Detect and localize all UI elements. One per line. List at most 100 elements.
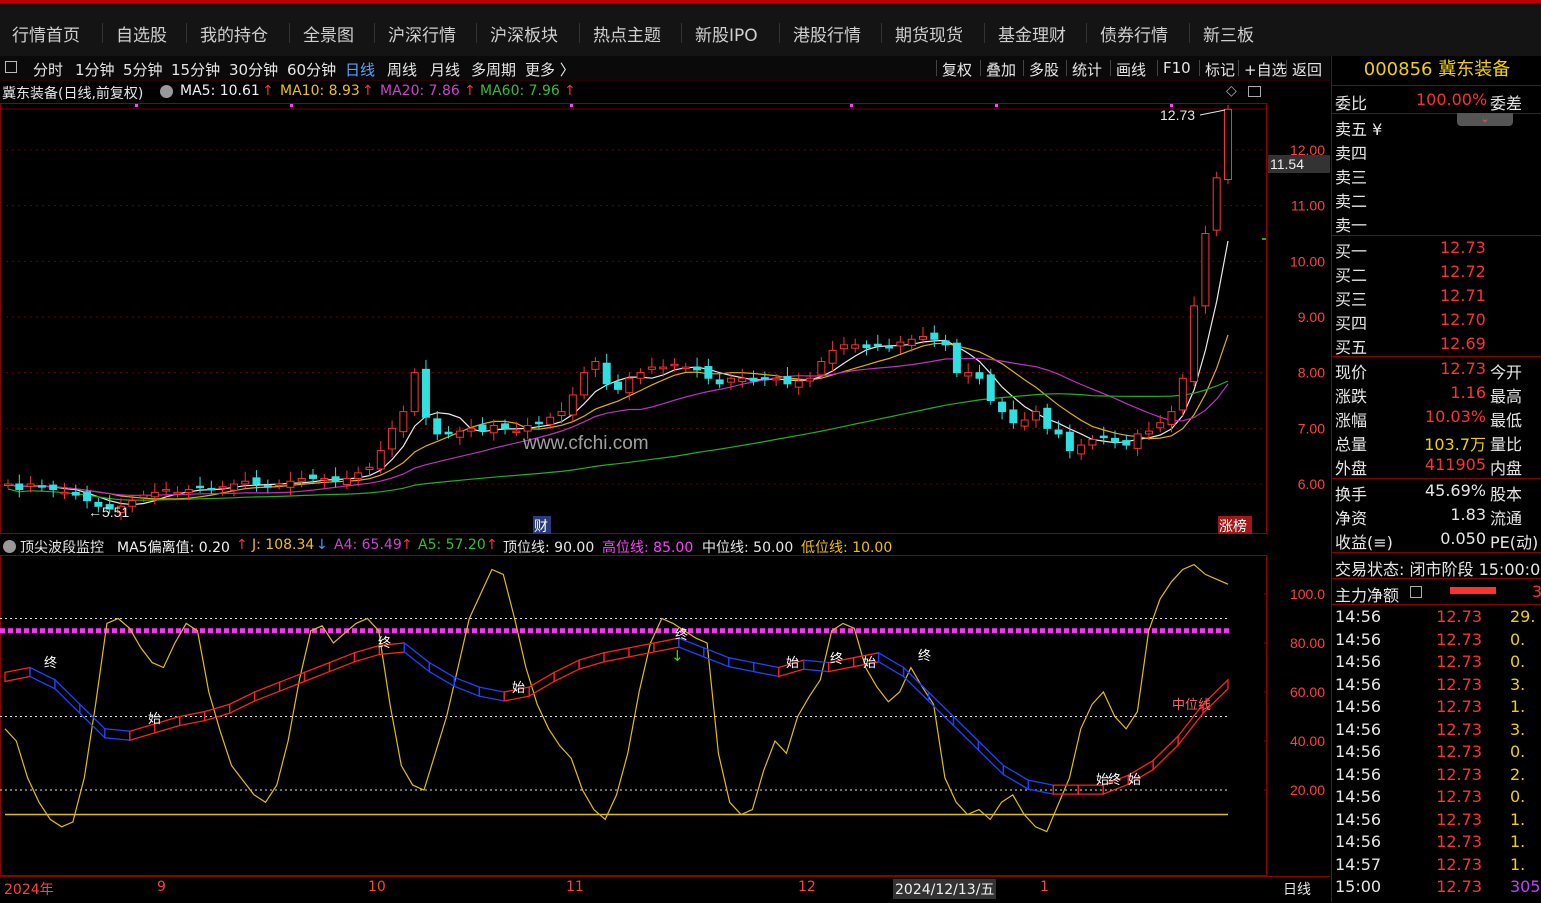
period-tab-10[interactable]: 更多 〉 — [525, 59, 575, 80]
main-net-label: 主力净额 — [1335, 586, 1400, 605]
collapse-icon[interactable]: ⌄ — [1457, 113, 1513, 126]
period-tab-6[interactable]: 日线 — [345, 59, 375, 80]
candle-body — [1156, 422, 1165, 429]
candle-body — [546, 416, 555, 425]
ma60-value: MA60: 7.96 — [480, 83, 560, 99]
settings-circle-icon[interactable] — [160, 85, 173, 98]
period-tab-4[interactable]: 30分钟 — [229, 59, 278, 80]
nav-item-7[interactable]: 新股IPO — [695, 21, 758, 46]
tool-button-3[interactable]: 统计 — [1072, 59, 1102, 80]
tool-button-8[interactable]: 返回 — [1292, 59, 1322, 80]
indicator-mid: 中位线: 50.00 — [702, 540, 794, 556]
sell-level-label: 卖三 — [1335, 168, 1368, 187]
event-marker — [135, 104, 138, 107]
weibi-value: 100.00% — [1416, 90, 1488, 109]
candle-body — [715, 379, 724, 385]
date-axis: 2024年 9 10 11 12 2024/12/13/五 1 日线 — [0, 876, 1330, 903]
x-axis-label: 2024/12/13/五 — [893, 879, 997, 899]
tool-button-7[interactable]: +自选 — [1244, 59, 1287, 80]
settings-circle-icon[interactable] — [3, 540, 16, 553]
candle-body — [557, 411, 566, 417]
stock-code-name: 000856 冀东装备 — [1363, 59, 1511, 80]
tool-button-2[interactable]: 多股 — [1029, 59, 1059, 80]
layout-toggle-icon[interactable] — [5, 61, 17, 73]
band-label: 终 — [675, 627, 688, 643]
candle-body — [388, 427, 397, 450]
period-tab-1[interactable]: 1分钟 — [75, 59, 115, 80]
period-tab-2[interactable]: 5分钟 — [123, 59, 163, 80]
nav-item-2[interactable]: 我的持仓 — [200, 21, 268, 46]
chart-border — [0, 103, 1267, 534]
nav-item-8[interactable]: 港股行情 — [793, 21, 861, 46]
candle-body — [184, 489, 193, 493]
period-tab-9[interactable]: 多周期 — [471, 59, 516, 80]
period-tab-5[interactable]: 60分钟 — [287, 59, 336, 80]
candle-body — [1054, 429, 1063, 435]
nav-item-1[interactable]: 自选股 — [116, 21, 167, 46]
nav-item-5[interactable]: 沪深板块 — [490, 21, 558, 46]
tool-button-1[interactable]: 叠加 — [986, 59, 1016, 80]
diamond-icon[interactable]: ◇ — [1226, 83, 1237, 99]
nav-item-12[interactable]: 新三板 — [1203, 21, 1254, 46]
a4-arrow: ↑ — [401, 537, 413, 553]
indicator-top: 顶位线: 90.00 — [503, 540, 595, 556]
tick-price: 12.73 — [1436, 629, 1482, 649]
band-segment — [54, 678, 81, 715]
main-net-value: 3 — [1532, 582, 1541, 601]
high-arrow — [1199, 109, 1226, 116]
x-axis-label: 1 — [1040, 879, 1049, 895]
indicator-ma5dev: MA5偏离值: 0.20 — [117, 540, 230, 556]
nav-item-4[interactable]: 沪深行情 — [388, 21, 456, 46]
tool-button-4[interactable]: 画线 — [1116, 59, 1146, 80]
event-marker — [570, 104, 573, 107]
nav-item-11[interactable]: 债券行情 — [1100, 21, 1168, 46]
buy-arrow-icon: ↓ — [671, 647, 684, 665]
tool-button-0[interactable]: 复权 — [942, 59, 972, 80]
nav-item-9[interactable]: 期货现货 — [895, 21, 963, 46]
indicator-y-label: 100.0 — [1290, 586, 1325, 602]
nav-item-0[interactable]: 行情首页 — [12, 21, 80, 46]
candle-body — [1065, 431, 1074, 452]
band-segment — [204, 703, 231, 722]
list-icon[interactable] — [1410, 586, 1422, 598]
nav-separator — [579, 23, 580, 43]
ma20-value: MA20: 7.86 — [380, 83, 460, 99]
band-segment — [927, 690, 955, 728]
band-segment — [578, 651, 605, 671]
buy-level-label: 买五 — [1335, 338, 1368, 357]
period-tab-0[interactable]: 分时 — [33, 59, 63, 80]
period-toolbar: 分时 1分钟 5分钟 15分钟 30分钟 60分钟 日线 周线 月线 多周期 更多 〉 复权 叠加 多股统… — [0, 56, 1330, 81]
y-tick-label: 11.00 — [1291, 198, 1325, 214]
stat-value: 12.73 — [1440, 359, 1486, 378]
period-tab-8[interactable]: 月线 — [430, 59, 460, 80]
candle-body — [704, 366, 713, 379]
watermark: www.cfchi.com — [522, 433, 649, 454]
candle-body — [263, 485, 272, 488]
nav-item-10[interactable]: 基金理财 — [998, 21, 1066, 46]
indicator-y-label: 60.00 — [1290, 684, 1325, 700]
ma5dev-arrow: ↑ — [236, 537, 248, 553]
candle-body — [162, 489, 171, 492]
period-tab-3[interactable]: 15分钟 — [171, 59, 220, 80]
tool-button-5[interactable]: F10 — [1163, 59, 1191, 77]
band-label: 始 — [148, 712, 161, 727]
candle-body — [907, 338, 916, 346]
candle-body — [794, 380, 803, 388]
window-icon[interactable] — [1248, 86, 1261, 97]
low-price-label: ←5.51 — [88, 504, 129, 520]
band-segment — [977, 739, 1005, 777]
tick-price: 12.73 — [1436, 674, 1482, 694]
price-chart[interactable]: 12.0011.0010.009.008.007.006.0012.73←5.5… — [0, 103, 1330, 535]
tool-separator — [936, 60, 937, 76]
x-axis-label: 9 — [157, 879, 166, 895]
ma60-arrow: ↑ — [564, 83, 576, 99]
band-segment — [728, 656, 755, 673]
tick-price: 12.73 — [1436, 854, 1482, 874]
band-segment — [528, 671, 555, 698]
candle-body — [568, 394, 577, 416]
tool-button-6[interactable]: 标记 — [1205, 59, 1235, 80]
indicator-chart[interactable]: 100.080.0060.0040.0020.00终始终始终始终始终始终 始↓中位… — [0, 555, 1330, 876]
nav-item-6[interactable]: 热点主题 — [593, 21, 661, 46]
nav-item-3[interactable]: 全景图 — [303, 21, 354, 46]
period-tab-7[interactable]: 周线 — [387, 59, 417, 80]
